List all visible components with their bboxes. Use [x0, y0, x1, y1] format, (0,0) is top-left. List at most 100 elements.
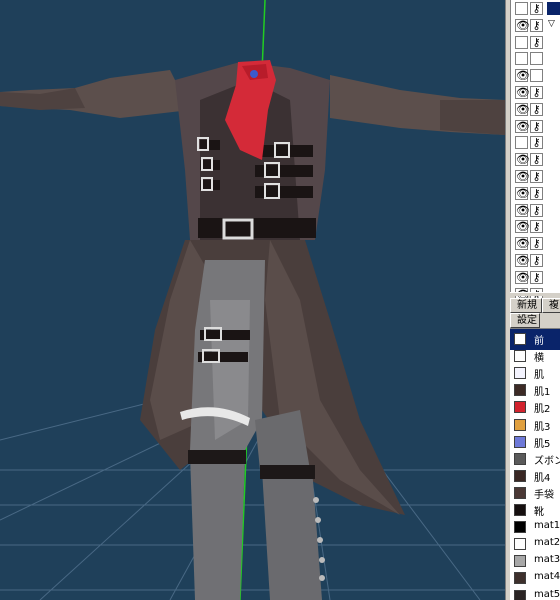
- object-row[interactable]: 👁⚷: [515, 186, 560, 202]
- character-model: [0, 60, 505, 600]
- visibility-toggle[interactable]: [515, 136, 528, 150]
- material-label: mat2: [534, 537, 560, 549]
- object-row[interactable]: ⚷: [515, 2, 560, 17]
- eye-icon: 👁: [516, 18, 530, 32]
- visibility-toggle[interactable]: 👁: [515, 102, 530, 116]
- visibility-toggle[interactable]: [515, 35, 528, 49]
- lock-icon: ⚷: [532, 119, 541, 133]
- material-color-swatch: [514, 555, 526, 568]
- eye-icon: 👁: [516, 270, 530, 284]
- object-row[interactable]: ⚷: [515, 136, 560, 151]
- visibility-toggle[interactable]: 👁: [515, 153, 530, 167]
- lock-icon: ⚷: [532, 2, 541, 15]
- material-color-swatch: [514, 333, 526, 345]
- copy-button[interactable]: 複: [542, 298, 560, 313]
- material-label: 手袋: [534, 489, 554, 501]
- eye-icon: 👁: [516, 153, 530, 167]
- scene-canvas[interactable]: [0, 0, 505, 600]
- lock-icon: ⚷: [532, 170, 541, 183]
- visibility-toggle[interactable]: [515, 52, 528, 66]
- lock-icon: ⚷: [532, 270, 541, 284]
- material-label: 肌2: [534, 404, 551, 416]
- lock-toggle[interactable]: ⚷: [530, 2, 543, 15]
- material-label: 前: [534, 336, 544, 347]
- eye-icon: 👁: [516, 220, 530, 234]
- visibility-toggle[interactable]: 👁: [515, 170, 530, 183]
- lock-toggle[interactable]: ⚷: [530, 237, 543, 251]
- object-row[interactable]: 👁⚷: [515, 170, 560, 185]
- visibility-toggle[interactable]: 👁: [515, 237, 530, 251]
- lock-toggle[interactable]: ⚷: [530, 18, 543, 32]
- material-label: mat1: [534, 520, 560, 532]
- lock-toggle[interactable]: ⚷: [530, 153, 543, 167]
- lock-icon: ⚷: [532, 86, 541, 99]
- settings-button[interactable]: 設定: [510, 313, 540, 328]
- lock-icon: ⚷: [532, 102, 541, 116]
- visibility-toggle[interactable]: 👁: [515, 203, 530, 217]
- object-row[interactable]: 👁⚷: [515, 220, 560, 235]
- object-row[interactable]: 👁: [515, 69, 560, 84]
- lock-toggle[interactable]: [530, 69, 543, 83]
- eye-icon: 👁: [516, 237, 530, 251]
- eye-icon: 👁: [516, 102, 530, 116]
- lock-toggle[interactable]: ⚷: [530, 254, 543, 267]
- material-color-swatch: [514, 538, 526, 551]
- lock-toggle[interactable]: ⚷: [530, 186, 543, 200]
- lock-toggle[interactable]: ⚷: [530, 203, 543, 217]
- material-color-swatch: [514, 401, 526, 414]
- new-button[interactable]: 新規: [510, 298, 542, 313]
- material-color-swatch: [514, 384, 526, 397]
- object-row[interactable]: 👁⚷: [515, 119, 560, 135]
- 3d-viewport[interactable]: [0, 0, 505, 600]
- object-row[interactable]: 👁⚷: [515, 203, 560, 219]
- lock-toggle[interactable]: ⚷: [530, 102, 543, 116]
- material-color-swatch: [514, 486, 526, 499]
- material-list[interactable]: 前横肌肌1 肌2 肌3 肌5 ズボン肌4 手袋靴 mat1 mat2 mat3 mat4 mat5: [510, 328, 560, 600]
- visibility-toggle[interactable]: 👁: [515, 220, 530, 234]
- material-color-swatch: [514, 521, 526, 534]
- object-row[interactable]: 👁⚷: [515, 237, 560, 252]
- object-row[interactable]: 👁⚷: [515, 86, 560, 101]
- object-row[interactable]: 👁 ⚷ ▽: [515, 18, 560, 34]
- eye-icon: 👁: [516, 119, 530, 133]
- visibility-toggle[interactable]: 👁: [515, 18, 530, 32]
- lock-toggle[interactable]: ⚷: [530, 119, 543, 133]
- lock-toggle[interactable]: ⚷: [530, 136, 543, 150]
- lock-icon: ⚷: [532, 203, 541, 217]
- lock-toggle[interactable]: ⚷: [530, 170, 543, 183]
- material-item[interactable]: mat5: [510, 586, 560, 600]
- object-row[interactable]: 👁⚷: [515, 254, 560, 269]
- visibility-toggle[interactable]: [515, 2, 528, 15]
- material-color-swatch: [514, 469, 526, 482]
- object-list[interactable]: ⚷👁⚷▽⚷👁👁⚷👁⚷👁⚷⚷👁⚷👁⚷👁⚷👁⚷👁⚷👁⚷👁⚷👁⚷👁⚷: [510, 0, 560, 301]
- visibility-toggle[interactable]: 👁: [515, 69, 530, 83]
- visibility-toggle[interactable]: 👁: [515, 119, 530, 133]
- visibility-toggle[interactable]: 👁: [515, 270, 530, 284]
- splitter[interactable]: [510, 292, 560, 296]
- object-row[interactable]: 👁⚷: [515, 102, 560, 118]
- object-row[interactable]: 👁⚷: [515, 270, 560, 286]
- material-label: 靴: [534, 507, 544, 518]
- expand-triangle-icon[interactable]: ▽: [548, 19, 555, 29]
- eye-icon: 👁: [516, 186, 530, 200]
- material-color-swatch: [514, 435, 526, 448]
- object-row[interactable]: [515, 52, 560, 67]
- lock-toggle[interactable]: ⚷: [530, 86, 543, 99]
- material-color-swatch: [514, 350, 526, 363]
- lock-icon: ⚷: [532, 237, 541, 251]
- lock-toggle[interactable]: ⚷: [530, 220, 543, 234]
- visibility-toggle[interactable]: 👁: [515, 86, 530, 99]
- object-row[interactable]: ⚷: [515, 35, 560, 51]
- lock-toggle[interactable]: ⚷: [530, 35, 543, 49]
- material-color-swatch: [514, 418, 526, 431]
- lock-toggle[interactable]: [530, 52, 543, 66]
- lock-icon: ⚷: [532, 186, 541, 200]
- lock-toggle[interactable]: ⚷: [530, 270, 543, 284]
- visibility-toggle[interactable]: 👁: [515, 254, 530, 267]
- lock-icon: ⚷: [532, 35, 541, 49]
- lock-icon: ⚷: [532, 220, 541, 234]
- material-label: ズボン: [534, 455, 560, 467]
- visibility-toggle[interactable]: 👁: [515, 186, 530, 200]
- object-row[interactable]: 👁⚷: [515, 153, 560, 168]
- material-label: 横: [534, 353, 544, 365]
